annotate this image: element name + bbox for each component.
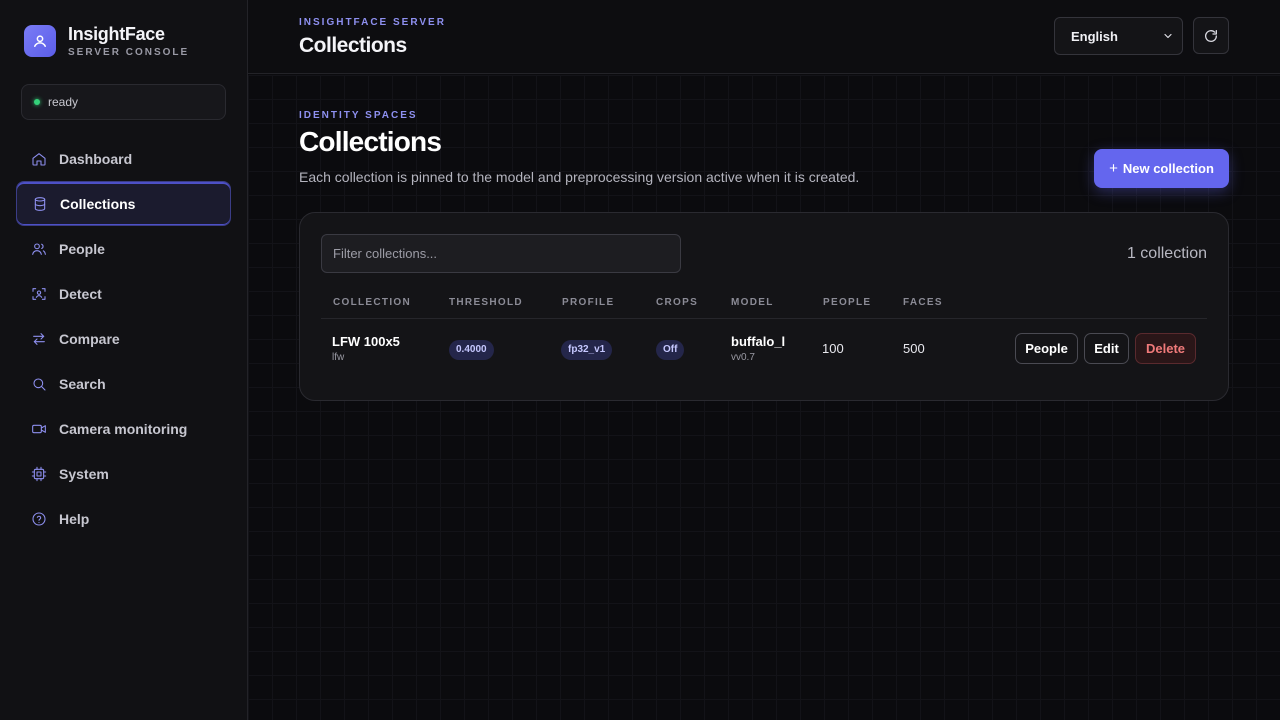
sidebar-item-label: Compare xyxy=(59,330,120,347)
sidebar-item-label: Camera monitoring xyxy=(59,420,188,437)
profile-badge: fp32_v1 xyxy=(561,340,613,360)
sidebar-item-help[interactable]: Help xyxy=(16,496,231,541)
page-title: Collections xyxy=(299,126,442,157)
sidebar-item-collections[interactable]: Collections xyxy=(16,181,231,226)
sidebar-item-label: System xyxy=(59,465,109,482)
column-header-model: MODEL xyxy=(731,297,774,308)
main-content: IDENTITY SPACES Collections Each collect… xyxy=(248,75,1280,720)
page-description: Each collection is pinned to the model a… xyxy=(299,169,860,185)
sidebar-item-label: Help xyxy=(59,510,90,527)
faces-count: 500 xyxy=(903,341,925,356)
people-button[interactable]: People xyxy=(1015,333,1078,364)
crops-badge: Off xyxy=(656,340,685,360)
refresh-button[interactable] xyxy=(1193,17,1229,54)
sidebar-item-detect[interactable]: Detect xyxy=(16,271,231,316)
table-header: COLLECTION THRESHOLD PROFILE CROPS MODEL… xyxy=(321,289,1207,319)
column-header-threshold: THRESHOLD xyxy=(449,297,523,308)
threshold-cell: 0.4000 xyxy=(449,339,494,360)
plus-icon: + xyxy=(1109,160,1118,177)
edit-button[interactable]: Edit xyxy=(1084,333,1129,364)
model-name: buffalo_l xyxy=(731,334,786,349)
column-header-faces: FACES xyxy=(903,297,943,308)
scan-face-icon xyxy=(32,287,46,300)
arrows-swap-icon xyxy=(33,332,45,345)
brand-subtitle: SERVER CONSOLE xyxy=(68,47,190,58)
status-dot-icon xyxy=(34,99,40,105)
crops-cell: Off xyxy=(656,339,685,360)
filter-collections-input[interactable] xyxy=(321,234,681,273)
model-version: vv0.7 xyxy=(731,352,755,363)
column-header-collection: COLLECTION xyxy=(333,297,411,308)
threshold-badge: 0.4000 xyxy=(449,340,494,360)
collection-name: LFW 100x5 xyxy=(332,334,400,349)
help-circle-icon xyxy=(32,511,46,526)
sidebar-item-camera-monitoring[interactable]: Camera monitoring xyxy=(16,406,231,451)
collection-cell: LFW 100x5 lfw xyxy=(332,334,400,363)
sidebar-nav: Dashboard Collections People Detect Comp… xyxy=(16,136,231,541)
new-collection-button[interactable]: + New collection xyxy=(1094,149,1229,188)
refresh-icon xyxy=(1205,29,1217,42)
language-select-value: English xyxy=(1071,28,1118,44)
delete-button[interactable]: Delete xyxy=(1135,333,1196,364)
sidebar-item-label: Search xyxy=(59,375,106,392)
people-count: 100 xyxy=(822,341,844,356)
brand-name: InsightFace xyxy=(68,24,165,44)
sidebar-item-dashboard[interactable]: Dashboard xyxy=(16,136,231,181)
model-cell: buffalo_l vv0.7 xyxy=(731,334,785,363)
sidebar-item-people[interactable]: People xyxy=(16,226,231,271)
header-title: Collections xyxy=(299,34,407,57)
home-icon xyxy=(32,152,46,166)
users-icon xyxy=(32,242,46,255)
status-text: ready xyxy=(48,95,79,109)
column-header-people: PEOPLE xyxy=(823,297,872,308)
sidebar-item-label: Detect xyxy=(59,285,102,302)
sidebar-item-compare[interactable]: Compare xyxy=(16,316,231,361)
sidebar-item-search[interactable]: Search xyxy=(16,361,231,406)
video-camera-icon xyxy=(32,424,46,433)
profile-cell: fp32_v1 xyxy=(561,339,613,360)
chevron-down-icon xyxy=(1164,33,1172,39)
status-indicator: ready xyxy=(21,84,226,120)
language-select[interactable]: English xyxy=(1054,17,1183,55)
table-row[interactable]: LFW 100x5 lfw 0.4000 fp32_v1 Off buffalo… xyxy=(321,320,1207,378)
sidebar-item-label: Dashboard xyxy=(59,150,133,167)
database-icon xyxy=(34,196,46,211)
new-collection-label: New collection xyxy=(1122,161,1214,176)
collection-count: 1 collection xyxy=(1126,245,1207,262)
sidebar-item-label: People xyxy=(59,240,105,257)
user-icon xyxy=(24,25,56,57)
collections-card: 1 collection COLLECTION THRESHOLD PROFIL… xyxy=(299,212,1229,401)
sidebar-item-label: Collections xyxy=(60,195,136,212)
cpu-icon xyxy=(31,466,47,481)
sidebar: InsightFace SERVER CONSOLE ready Dashboa… xyxy=(0,0,248,720)
top-header: INSIGHTFACE SERVER Collections English xyxy=(248,0,1280,74)
column-header-profile: PROFILE xyxy=(562,297,615,308)
collection-slug: lfw xyxy=(332,352,345,363)
sidebar-item-system[interactable]: System xyxy=(16,451,231,496)
section-eyebrow: IDENTITY SPACES xyxy=(299,110,418,121)
breadcrumb: INSIGHTFACE SERVER xyxy=(299,17,446,28)
brand[interactable]: InsightFace SERVER CONSOLE xyxy=(24,24,189,58)
search-icon xyxy=(33,377,46,391)
column-header-crops: CROPS xyxy=(656,297,699,308)
